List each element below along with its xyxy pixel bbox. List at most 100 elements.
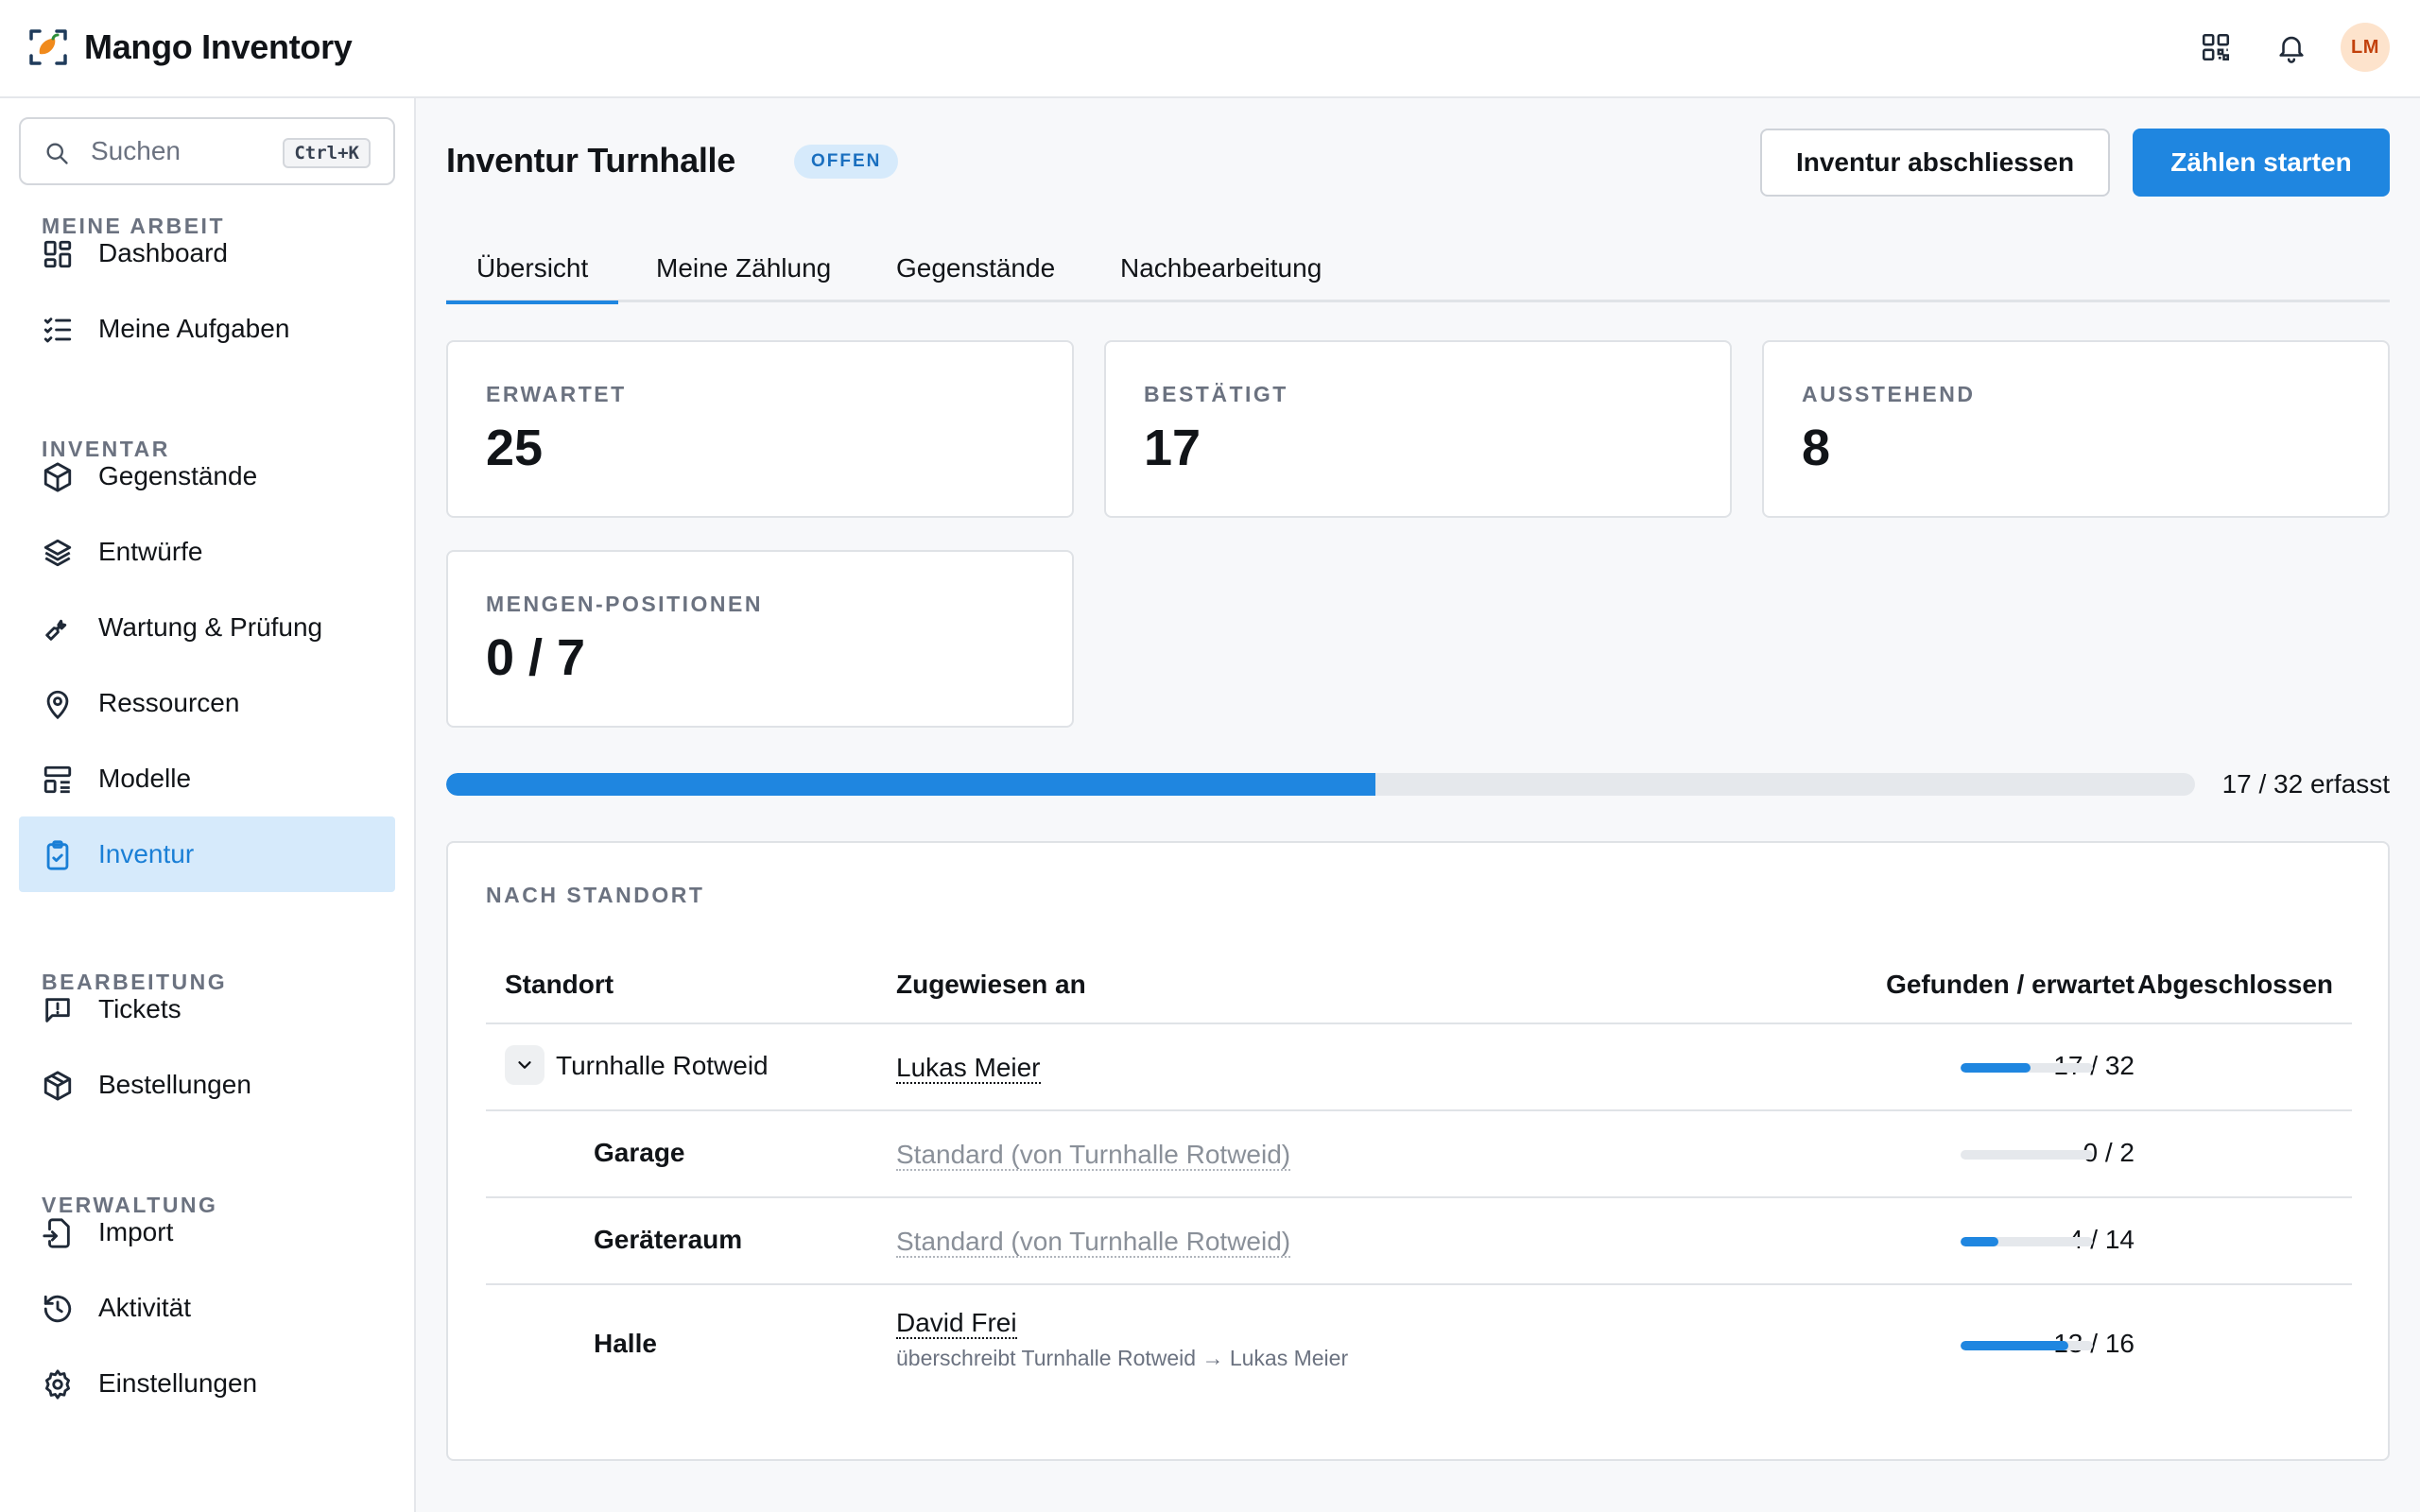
search-shortcut-hint: Ctrl+K bbox=[283, 138, 371, 168]
stat-card-erwartet: ERWARTET 25 bbox=[446, 340, 1074, 518]
stat-label: ERWARTET bbox=[486, 382, 627, 406]
app-title: Mango Inventory bbox=[84, 27, 353, 66]
tab-bar: Übersicht Meine Zählung Gegenstände Nach… bbox=[445, 234, 2390, 304]
row-progress-fill bbox=[1961, 1237, 1998, 1246]
overall-progress-fill bbox=[446, 773, 1375, 796]
sidebar-item-label: Entwürfe bbox=[98, 537, 203, 566]
file-import-icon bbox=[42, 1217, 74, 1249]
row-progress-bar bbox=[1961, 1237, 2093, 1246]
row-progress-fill bbox=[1961, 1341, 2068, 1350]
location-name: Halle bbox=[594, 1329, 657, 1358]
stat-card-ausstehend: AUSSTEHEND 8 bbox=[1762, 340, 2390, 518]
column-header-done: Abgeschlossen bbox=[2137, 970, 2333, 999]
column-header-found: Gefunden / erwartet bbox=[1886, 970, 2135, 999]
search-input[interactable] bbox=[91, 132, 280, 170]
close-inventory-button[interactable]: Inventur abschliessen bbox=[1760, 129, 2110, 197]
sidebar-item-meine-aufgaben[interactable]: Meine Aufgaben bbox=[19, 291, 395, 367]
location-table-card: NACH STANDORT Standort Zugewiesen an Gef… bbox=[446, 841, 2390, 1461]
chevron-down-icon[interactable] bbox=[505, 1045, 544, 1085]
sidebar-item-aktivitaet[interactable]: Aktivität bbox=[19, 1270, 395, 1346]
row-progress-bar bbox=[1961, 1150, 2093, 1160]
clipboard-check-icon bbox=[42, 839, 74, 871]
assignee-default-link[interactable]: Standard (von Turnhalle Rotweid) bbox=[896, 1227, 1291, 1258]
sidebar-item-label: Inventur bbox=[98, 839, 195, 868]
sidebar-item-einstellungen[interactable]: Einstellungen bbox=[19, 1346, 395, 1421]
sidebar-item-label: Gegenstände bbox=[98, 461, 258, 490]
sidebar-item-label: Dashboard bbox=[98, 238, 228, 267]
location-name: Garage bbox=[594, 1138, 685, 1167]
stat-card-mengen-positionen: MENGEN-POSITIONEN 0 / 7 bbox=[446, 550, 1074, 728]
sidebar-item-label: Wartung & Prüfung bbox=[98, 612, 323, 642]
sidebar-item-import[interactable]: Import bbox=[19, 1194, 395, 1270]
stat-value: 0 / 7 bbox=[486, 629, 586, 686]
location-name: Geräteraum bbox=[594, 1225, 743, 1254]
row-progress-bar bbox=[1961, 1063, 2093, 1073]
sidebar-item-dashboard[interactable]: Dashboard bbox=[19, 215, 395, 291]
sidebar-item-label: Modelle bbox=[98, 764, 192, 793]
sidebar-item-label: Tickets bbox=[98, 994, 182, 1023]
table-section-label: NACH STANDORT bbox=[486, 883, 705, 907]
search-box[interactable]: Ctrl+K bbox=[19, 117, 395, 185]
sidebar-item-bestellungen[interactable]: Bestellungen bbox=[19, 1047, 395, 1123]
box-icon bbox=[42, 461, 74, 493]
message-alert-icon bbox=[42, 994, 74, 1026]
history-icon bbox=[42, 1293, 74, 1325]
sidebar-item-modelle[interactable]: Modelle bbox=[19, 741, 395, 816]
table-row[interactable]: Garage Standard (von Turnhalle Rotweid) … bbox=[448, 1111, 2388, 1196]
column-header-location: Standort bbox=[505, 970, 614, 999]
sidebar-item-label: Ressourcen bbox=[98, 688, 240, 717]
page-title: Inventur Turnhalle bbox=[446, 141, 735, 180]
sidebar-item-label: Import bbox=[98, 1217, 174, 1246]
sidebar-item-label: Bestellungen bbox=[98, 1070, 251, 1099]
stat-value: 8 bbox=[1802, 420, 1831, 476]
wrench-icon bbox=[42, 612, 74, 644]
tab-meine-zaehlung[interactable]: Meine Zählung bbox=[656, 251, 831, 285]
sidebar-item-ressourcen[interactable]: Ressourcen bbox=[19, 665, 395, 741]
stat-label: BESTÄTIGT bbox=[1144, 382, 1288, 406]
sidebar-item-label: Aktivität bbox=[98, 1293, 192, 1322]
stat-card-bestaetigt: BESTÄTIGT 17 bbox=[1104, 340, 1732, 518]
sidebar-item-label: Meine Aufgaben bbox=[98, 314, 290, 343]
map-pin-icon bbox=[42, 688, 74, 720]
assignee-default-link[interactable]: Standard (von Turnhalle Rotweid) bbox=[896, 1140, 1291, 1171]
table-row[interactable]: Turnhalle Rotweid Lukas Meier 17 / 32 bbox=[448, 1024, 2388, 1109]
row-progress-fill bbox=[1961, 1063, 2031, 1073]
user-avatar[interactable]: LM bbox=[2341, 23, 2390, 72]
stat-label: AUSSTEHEND bbox=[1802, 382, 1976, 406]
assignee-link[interactable]: David Frei bbox=[896, 1308, 1017, 1339]
tab-gegenstaende[interactable]: Gegenstände bbox=[896, 251, 1055, 285]
sidebar-item-gegenstaende[interactable]: Gegenstände bbox=[19, 438, 395, 514]
sidebar-item-inventur[interactable]: Inventur bbox=[19, 816, 395, 892]
models-icon bbox=[42, 764, 74, 796]
dashboard-icon bbox=[42, 238, 74, 270]
sidebar-item-wartung-pruefung[interactable]: Wartung & Prüfung bbox=[19, 590, 395, 665]
row-progress-bar bbox=[1961, 1341, 2093, 1350]
assignee-override-note: überschreibt Turnhalle Rotweid → Lukas M… bbox=[896, 1346, 1349, 1370]
location-name: Turnhalle Rotweid bbox=[556, 1051, 769, 1080]
search-icon bbox=[43, 140, 70, 166]
column-header-assigned: Zugewiesen an bbox=[896, 970, 1086, 999]
stat-label: MENGEN-POSITIONEN bbox=[486, 592, 763, 616]
qr-code-icon[interactable] bbox=[2195, 26, 2237, 68]
sidebar: Ctrl+K MEINE ARBEIT Dashboard Meine Aufg… bbox=[0, 98, 416, 1512]
sidebar-item-tickets[interactable]: Tickets bbox=[19, 971, 395, 1047]
overall-progress-text: 17 / 32 erfasst bbox=[2221, 769, 2390, 799]
task-list-icon bbox=[42, 314, 74, 346]
assignee-link[interactable]: Lukas Meier bbox=[896, 1053, 1041, 1084]
gear-icon bbox=[42, 1368, 74, 1400]
mango-logo-icon[interactable] bbox=[28, 27, 68, 67]
stat-value: 25 bbox=[486, 420, 544, 476]
sidebar-item-label: Einstellungen bbox=[98, 1368, 258, 1398]
table-row[interactable]: Geräteraum Standard (von Turnhalle Rotwe… bbox=[448, 1198, 2388, 1283]
top-bar: Mango Inventory LM bbox=[0, 0, 2420, 98]
table-row[interactable]: Halle David Frei überschreibt Turnhalle … bbox=[448, 1285, 2388, 1399]
start-counting-button[interactable]: Zählen starten bbox=[2133, 129, 2390, 197]
tab-nachbearbeitung[interactable]: Nachbearbeitung bbox=[1120, 251, 1322, 285]
status-badge: OFFEN bbox=[794, 145, 899, 179]
sidebar-item-entwuerfe[interactable]: Entwürfe bbox=[19, 514, 395, 590]
stat-value: 17 bbox=[1144, 420, 1201, 476]
tab-uebersicht[interactable]: Übersicht bbox=[445, 251, 619, 304]
package-icon bbox=[42, 1070, 74, 1102]
bell-icon[interactable] bbox=[2271, 26, 2312, 68]
overall-progress-bar bbox=[446, 773, 2195, 796]
